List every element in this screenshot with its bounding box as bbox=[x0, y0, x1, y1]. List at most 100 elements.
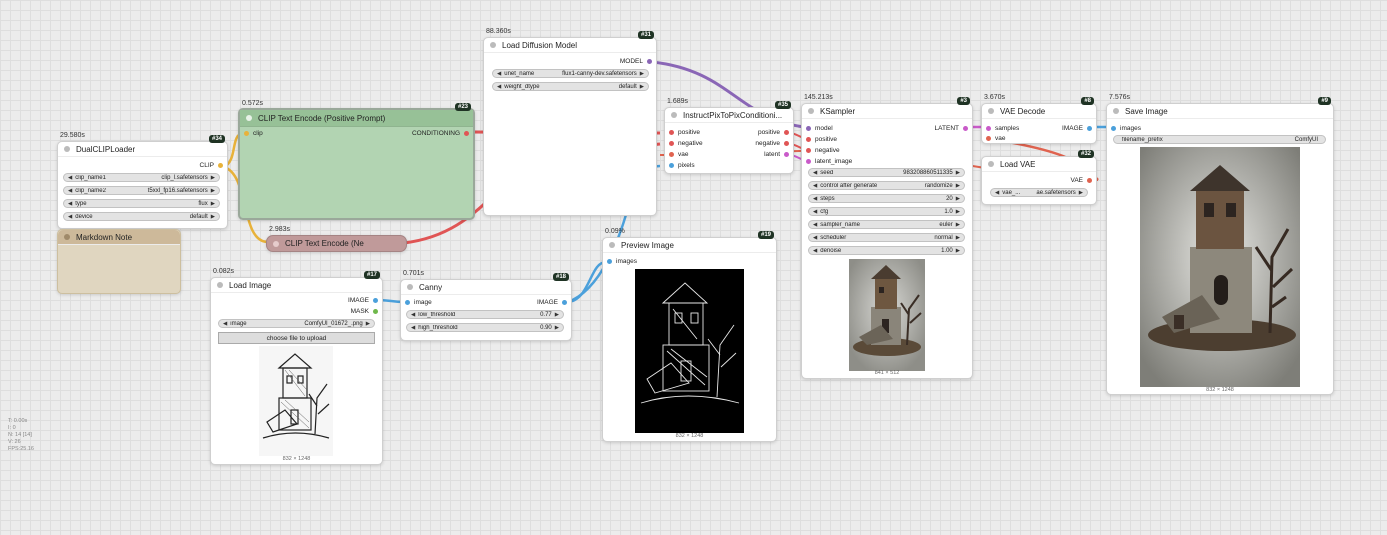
arrow-right-icon[interactable]: ▶ bbox=[555, 325, 559, 331]
input-socket-icon[interactable] bbox=[986, 136, 991, 141]
collapse-dot-icon[interactable] bbox=[808, 108, 814, 114]
arrow-right-icon[interactable]: ▶ bbox=[956, 196, 960, 202]
collapse-dot-icon[interactable] bbox=[217, 282, 223, 288]
arrow-right-icon[interactable]: ▶ bbox=[956, 248, 960, 254]
arrow-left-icon[interactable]: ◀ bbox=[813, 170, 817, 176]
arrow-left-icon[interactable]: ◀ bbox=[813, 248, 817, 254]
input-socket-icon[interactable] bbox=[806, 137, 811, 142]
input-socket-icon[interactable] bbox=[607, 259, 612, 264]
output-vae[interactable]: VAE bbox=[1070, 177, 1092, 184]
widget-seed[interactable]: ◀ seed 983208860511335 ▶ bbox=[808, 168, 965, 177]
output-socket-icon[interactable] bbox=[1087, 178, 1092, 183]
node-load-vae[interactable]: #32 Load VAE VAE ◀ vae_... ae.safetensors ▶ bbox=[981, 150, 1097, 205]
input-samples[interactable]: samples bbox=[986, 125, 1019, 132]
input-negative[interactable]: negative bbox=[806, 147, 840, 154]
node-canny[interactable]: 0.701s #18 Canny image IMAGE ◀ low_thresh… bbox=[400, 270, 572, 341]
widget-low-threshold[interactable]: ◀ low_threshold 0.77 ▶ bbox=[406, 310, 564, 319]
node-preview-image[interactable]: 0.09% #19 Preview Image images 832 × 124… bbox=[602, 228, 777, 442]
input-pixels[interactable]: pixels bbox=[669, 162, 695, 169]
widget-vae-name[interactable]: ◀ vae_... ae.safetensors ▶ bbox=[990, 188, 1088, 197]
widget-weight-dtype[interactable]: ◀ weight_dtype default ▶ bbox=[492, 82, 649, 91]
arrow-right-icon[interactable]: ▶ bbox=[211, 188, 215, 194]
collapse-dot-icon[interactable] bbox=[671, 112, 677, 118]
node-clip-text-encode-negative[interactable]: 2.983s CLIP Text Encode (Ne bbox=[266, 226, 407, 252]
collapse-dot-icon[interactable] bbox=[273, 240, 279, 247]
arrow-right-icon[interactable]: ▶ bbox=[956, 222, 960, 228]
node-save-image[interactable]: 7.576s #9 Save Image images filename_pre… bbox=[1106, 94, 1334, 395]
node-header[interactable]: Save Image bbox=[1107, 104, 1333, 119]
collapse-dot-icon[interactable] bbox=[64, 146, 70, 152]
input-socket-icon[interactable] bbox=[806, 159, 811, 164]
output-socket-icon[interactable] bbox=[464, 131, 469, 136]
arrow-left-icon[interactable]: ◀ bbox=[813, 183, 817, 189]
arrow-right-icon[interactable]: ▶ bbox=[956, 209, 960, 215]
input-socket-icon[interactable] bbox=[669, 141, 674, 146]
widget-high-threshold[interactable]: ◀ high_threshold 0.90 ▶ bbox=[406, 323, 564, 332]
output-socket-icon[interactable] bbox=[963, 126, 968, 131]
output-latent[interactable]: latent bbox=[764, 151, 789, 158]
node-markdown-note[interactable]: Markdown Note bbox=[57, 229, 181, 294]
output-socket-icon[interactable] bbox=[1087, 126, 1092, 131]
output-socket-icon[interactable] bbox=[784, 141, 789, 146]
output-image[interactable]: IMAGE bbox=[1062, 125, 1092, 132]
input-model[interactable]: model bbox=[806, 125, 833, 132]
node-vae-decode[interactable]: 3.670s #8 VAE Decode samples vae IMAGE bbox=[981, 94, 1097, 144]
arrow-left-icon[interactable]: ◀ bbox=[995, 190, 999, 196]
input-socket-icon[interactable] bbox=[806, 126, 811, 131]
input-socket-icon[interactable] bbox=[244, 131, 249, 136]
node-clip-text-encode-positive[interactable]: 0.572s #23 CLIP Text Encode (Positive Pr… bbox=[238, 100, 475, 220]
arrow-left-icon[interactable]: ◀ bbox=[813, 209, 817, 215]
output-positive[interactable]: positive bbox=[758, 129, 789, 136]
arrow-right-icon[interactable]: ▶ bbox=[640, 71, 644, 77]
input-positive[interactable]: positive bbox=[806, 136, 837, 143]
node-header[interactable]: VAE Decode bbox=[982, 104, 1096, 119]
output-socket-icon[interactable] bbox=[373, 298, 378, 303]
input-latent-image[interactable]: latent_image bbox=[806, 158, 852, 165]
arrow-left-icon[interactable]: ◀ bbox=[813, 196, 817, 202]
arrow-left-icon[interactable]: ◀ bbox=[68, 188, 72, 194]
node-header[interactable]: Load VAE bbox=[982, 157, 1096, 172]
node-header[interactable]: CLIP Text Encode (Ne bbox=[267, 236, 406, 251]
output-socket-icon[interactable] bbox=[647, 59, 652, 64]
collapse-dot-icon[interactable] bbox=[64, 234, 70, 240]
output-latent[interactable]: LATENT bbox=[935, 125, 968, 132]
output-socket-icon[interactable] bbox=[562, 300, 567, 305]
widget-steps[interactable]: ◀ steps 20 ▶ bbox=[808, 194, 965, 203]
input-socket-icon[interactable] bbox=[986, 126, 991, 131]
output-socket-icon[interactable] bbox=[373, 309, 378, 314]
widget-type[interactable]: ◀ type flux ▶ bbox=[63, 199, 220, 208]
arrow-left-icon[interactable]: ◀ bbox=[813, 222, 817, 228]
node-header[interactable]: InstructPixToPixConditioni... bbox=[665, 108, 793, 123]
input-socket-icon[interactable] bbox=[405, 300, 410, 305]
input-vae[interactable]: vae bbox=[669, 151, 688, 158]
node-load-image[interactable]: 0.082s #17 Load Image IMAGE MASK ◀ image C… bbox=[210, 268, 383, 465]
collapse-dot-icon[interactable] bbox=[988, 108, 994, 114]
arrow-right-icon[interactable]: ▶ bbox=[1079, 190, 1083, 196]
collapse-dot-icon[interactable] bbox=[988, 161, 994, 167]
input-clip[interactable]: clip bbox=[244, 130, 263, 137]
arrow-left-icon[interactable]: ◀ bbox=[411, 325, 415, 331]
node-dualcliploader[interactable]: 29.580s #34 DualCLIPLoader CLIP ◀ clip_na… bbox=[57, 132, 228, 229]
output-socket-icon[interactable] bbox=[784, 130, 789, 135]
widget-scheduler[interactable]: ◀ scheduler normal ▶ bbox=[808, 233, 965, 242]
node-header[interactable]: KSampler bbox=[802, 104, 972, 119]
output-negative[interactable]: negative bbox=[755, 140, 789, 147]
node-ksampler[interactable]: 145.213s #3 KSampler model positive nega… bbox=[801, 94, 973, 379]
output-socket-icon[interactable] bbox=[218, 163, 223, 168]
output-mask[interactable]: MASK bbox=[351, 308, 378, 315]
node-header[interactable]: CLIP Text Encode (Positive Prompt) bbox=[240, 110, 473, 127]
input-image[interactable]: image bbox=[405, 299, 432, 306]
arrow-left-icon[interactable]: ◀ bbox=[223, 321, 227, 327]
widget-control-after-generate[interactable]: ◀ control after generate randomize ▶ bbox=[808, 181, 965, 190]
arrow-right-icon[interactable]: ▶ bbox=[211, 201, 215, 207]
node-header[interactable]: Markdown Note bbox=[58, 230, 180, 245]
input-socket-icon[interactable] bbox=[806, 148, 811, 153]
input-socket-icon[interactable] bbox=[669, 163, 674, 168]
input-socket-icon[interactable] bbox=[669, 130, 674, 135]
widget-image-select[interactable]: ◀ image ComfyUI_01672_.png ▶ bbox=[218, 319, 375, 328]
node-instructpixtopix[interactable]: 1.689s #35 InstructPixToPixConditioni...… bbox=[664, 98, 794, 174]
arrow-left-icon[interactable]: ◀ bbox=[68, 201, 72, 207]
widget-unet-name[interactable]: ◀ unet_name flux1-canny-dev.safetensors ▶ bbox=[492, 69, 649, 78]
output-conditioning[interactable]: CONDITIONING bbox=[412, 130, 469, 137]
node-load-diffusion-model[interactable]: 88.360s #31 Load Diffusion Model MODEL ◀… bbox=[483, 28, 657, 216]
